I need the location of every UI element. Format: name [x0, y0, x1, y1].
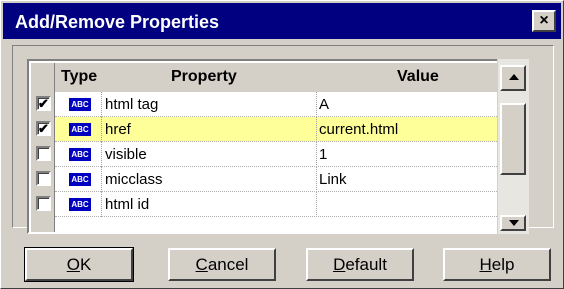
- property-cell[interactable]: html tag: [101, 92, 317, 117]
- row-checkbox-cell: ✔: [31, 117, 55, 142]
- grid-header: Type Property Value: [31, 63, 527, 92]
- default-button[interactable]: Default: [306, 248, 414, 281]
- header-corner: [31, 63, 55, 92]
- add-remove-properties-dialog: Add/Remove Properties × Type Property Va…: [0, 0, 564, 289]
- row-checkbox[interactable]: [36, 171, 51, 186]
- row-checkbox[interactable]: [36, 196, 51, 211]
- help-mnemonic: H: [479, 255, 492, 274]
- row-checkbox-cell: [31, 217, 55, 232]
- property-cell[interactable]: html id: [101, 192, 317, 217]
- scroll-up-button[interactable]: [500, 65, 526, 91]
- table-row-selected[interactable]: ✔ ABC href current.html: [31, 117, 527, 142]
- dialog-title: Add/Remove Properties: [15, 12, 220, 32]
- row-checkbox-cell: [31, 142, 55, 167]
- arrow-down-icon: [509, 220, 519, 226]
- type-cell: ABC: [65, 92, 97, 117]
- row-checkbox[interactable]: ✔: [36, 121, 51, 136]
- type-cell: ABC: [65, 142, 97, 167]
- row-checkbox-cell: ✔: [31, 92, 55, 117]
- type-cell: ABC: [65, 192, 97, 217]
- string-type-icon: ABC: [69, 98, 91, 111]
- ok-mnemonic: O: [66, 255, 80, 274]
- vertical-scrollbar[interactable]: [497, 59, 529, 234]
- table-row[interactable]: ABC micclass Link: [31, 167, 527, 192]
- type-cell: ABC: [65, 117, 97, 142]
- default-label: efault: [345, 255, 387, 274]
- table-row[interactable]: ✔ ABC html tag A: [31, 92, 527, 117]
- scrollbar-thumb[interactable]: [500, 103, 526, 175]
- table-row-partial[interactable]: [31, 217, 527, 232]
- close-icon: ×: [539, 11, 549, 29]
- cancel-button[interactable]: Cancel: [168, 248, 276, 281]
- property-cell[interactable]: href: [101, 117, 317, 142]
- row-checkbox-cell: [31, 167, 55, 192]
- type-cell: ABC: [65, 167, 97, 192]
- row-checkbox[interactable]: [36, 146, 51, 161]
- string-type-icon: ABC: [69, 148, 91, 161]
- scroll-down-button[interactable]: [500, 215, 526, 231]
- help-label: elp: [491, 255, 515, 274]
- row-checkbox-cell: [31, 192, 55, 217]
- cancel-label: ancel: [207, 255, 249, 274]
- arrow-up-icon: [509, 74, 519, 80]
- close-button[interactable]: ×: [532, 10, 556, 32]
- property-cell[interactable]: micclass: [101, 167, 317, 192]
- row-checkbox[interactable]: ✔: [36, 96, 51, 111]
- help-button[interactable]: Help: [443, 248, 551, 281]
- string-type-icon: ABC: [69, 198, 91, 211]
- header-value: Value: [397, 68, 439, 85]
- cancel-mnemonic: C: [195, 255, 208, 274]
- properties-grid[interactable]: Type Property Value ✔ ABC html tag A ✔ A…: [27, 59, 529, 234]
- table-row[interactable]: ABC html id: [31, 192, 527, 217]
- default-mnemonic: D: [333, 255, 346, 274]
- ok-button[interactable]: OK: [24, 247, 134, 282]
- header-property: Property: [171, 68, 237, 85]
- header-type: Type: [61, 68, 98, 85]
- table-row[interactable]: ABC visible 1: [31, 142, 527, 167]
- ok-label: K: [79, 255, 92, 274]
- string-type-icon: ABC: [69, 123, 91, 136]
- title-bar[interactable]: Add/Remove Properties ×: [3, 3, 561, 39]
- string-type-icon: ABC: [69, 173, 91, 186]
- property-cell[interactable]: visible: [101, 142, 317, 167]
